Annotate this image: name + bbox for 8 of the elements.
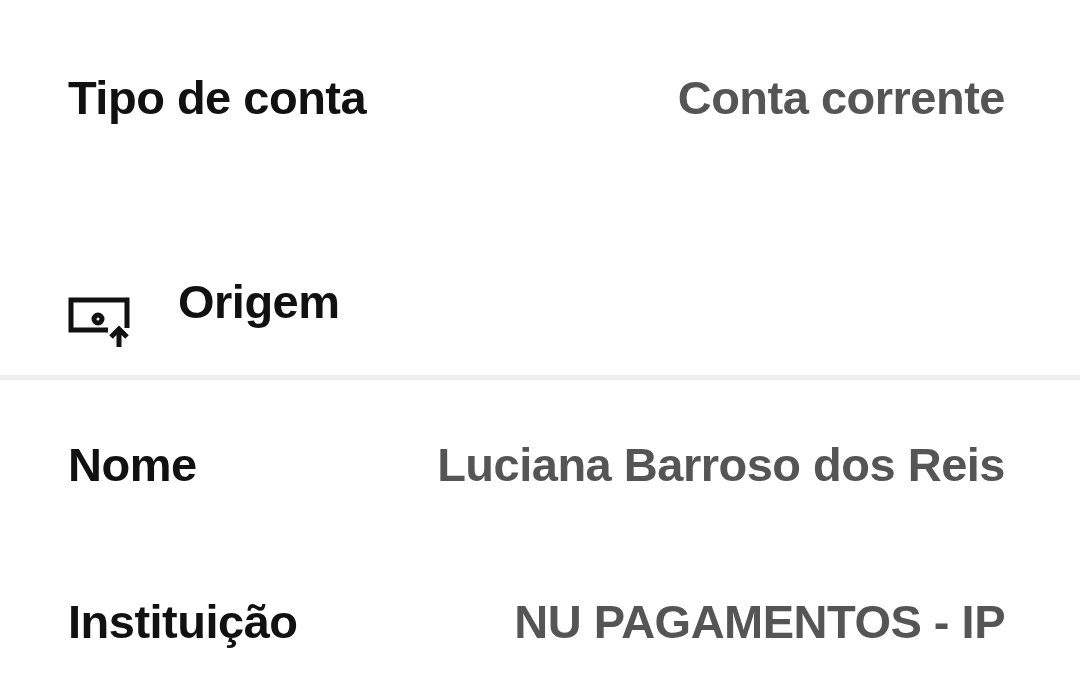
field-label: Tipo de conta: [68, 69, 367, 126]
screen-arrow-up-icon: [68, 297, 130, 347]
section-title: Origem: [178, 273, 340, 330]
field-label: Nome: [68, 436, 197, 493]
field-value: NU PAGAMENTOS - IP: [514, 593, 1005, 650]
field-value: Conta corrente: [677, 69, 1005, 126]
field-value: Luciana Barroso dos Reis: [437, 436, 1005, 493]
field-label: Instituição: [68, 593, 298, 650]
